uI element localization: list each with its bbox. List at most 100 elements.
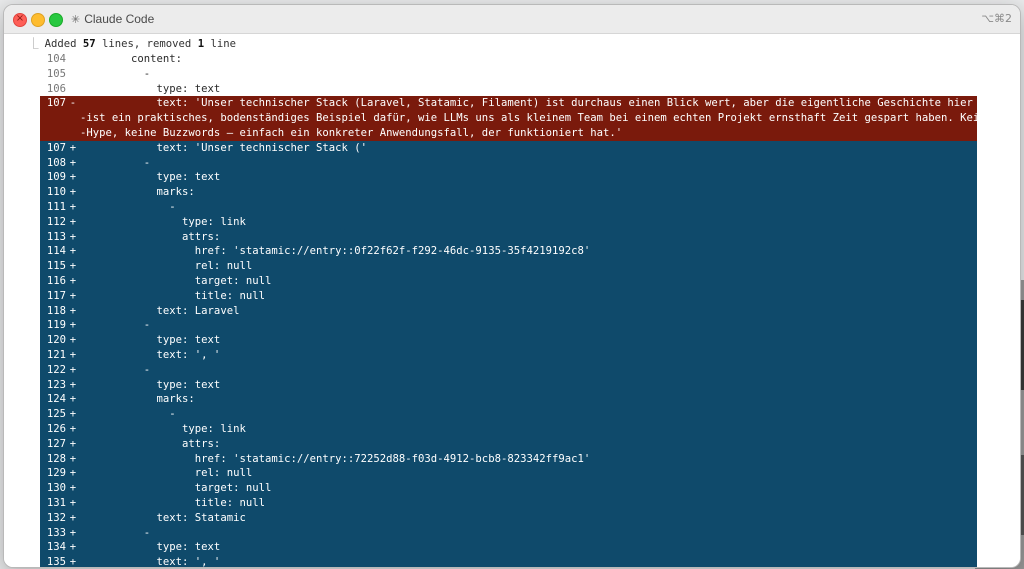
line-text: -Hype, keine Buzzwords – einfach ein kon… [80,126,623,139]
line-text: type: text [80,334,221,347]
close-button[interactable]: × [13,13,27,27]
line-text: - [80,156,151,169]
diff-added-line: 116 + target: null [40,273,977,289]
diff-view: 104 content: 105 -106 type: text 107- text… [40,52,986,568]
diff-added-line: 118 + text: Laravel [40,303,977,319]
diff-added-line: 124 + marks: [40,392,977,408]
line-number: 121 [46,348,66,361]
line-number: 110 [46,186,66,199]
line-number: 135 [46,556,66,568]
line-text: content: [80,53,183,65]
line-text: text: Statamic [80,511,246,524]
diff-added-line: 134 + type: text [40,540,977,556]
diff-sign: + [69,141,77,154]
diff-sign: + [69,452,77,465]
diff-sign: + [69,496,77,509]
line-text: href: 'statamic://entry::0f22f62f-f292-4… [80,245,591,258]
line-number: 127 [46,437,66,450]
line-text: - [80,526,151,539]
diff-sign: + [69,289,77,302]
summary-mid: lines, removed [95,38,198,50]
diff-added-line: 132 + text: Statamic [40,510,977,526]
line-text: type: link [80,422,246,435]
diff-added-line: 110 + marks: [40,185,977,200]
diff-sign: - [69,97,77,110]
line-text: target: null [80,274,272,287]
added-count: 57 [82,38,96,50]
line-number: 114 [46,245,66,258]
line-number: 122 [46,363,66,376]
line-number: 104 [46,53,66,65]
diff-sign: + [69,541,77,554]
line-number: 117 [46,289,66,302]
line-number: 128 [46,452,66,465]
line-text: type: text [80,541,221,554]
diff-sign: + [69,186,77,199]
line-number: 134 [46,541,66,554]
diff-sign: + [69,393,77,406]
line-number: 106 [46,82,66,95]
terminal-window: × ✳ Claude Code ⌥⌘2 ⎿ Added 57 lines, remo… [3,4,1021,568]
line-number: 119 [46,319,66,332]
line-number: 129 [46,467,66,480]
line-text: - [80,67,151,80]
line-number: 132 [46,511,66,524]
line-text: text: Laravel [80,304,240,317]
diff-added-line: 133 + - [40,525,977,541]
window-title-text: Claude Code [84,12,155,26]
line-number: 118 [46,304,66,317]
diff-sign: + [69,260,77,273]
diff-added-line: 121 + text: ', ' [40,347,977,363]
window-shortcut: ⌥⌘2 [981,12,1012,25]
line-text: href: 'statamic://entry::72252d88-f03d-4… [80,452,591,465]
title-bar[interactable]: × ✳ Claude Code ⌥⌘2 [4,5,1020,34]
terminal-content[interactable]: ⎿ Added 57 lines, removed 1 line 104 cont… [4,34,1020,567]
diff-sign: + [69,245,77,258]
diff-added-line: 127 + attrs: [40,436,977,452]
line-number: 130 [46,482,66,495]
line-text: marks: [80,393,195,406]
line-number: 115 [46,260,66,273]
line-text: type: link [80,215,246,228]
line-text: - [80,319,151,332]
diff-added-line: 120 + type: text [40,333,977,348]
diff-added-line: 123 + type: text [40,377,977,393]
diff-sign: + [69,363,77,376]
diff-removed-line: -ist ein praktisches, bodenständiges Bei… [40,111,986,126]
maximize-button[interactable] [49,13,63,27]
line-number: 123 [46,378,66,391]
line-text: rel: null [80,467,253,480]
diff-added-line: 112 + type: link [40,214,977,230]
diff-sign: + [69,274,77,287]
line-text: type: text [80,82,221,95]
line-text: marks: [80,186,195,199]
diff-sign: + [69,526,77,539]
line-number: 107 [46,97,66,110]
diff-sign: + [69,215,77,228]
line-number: 131 [46,496,66,509]
minimize-button[interactable] [31,13,45,27]
line-text: type: text [80,171,221,184]
diff-sign: + [69,230,77,243]
line-text: attrs: [80,437,221,450]
line-number: 126 [46,422,66,435]
diff-added-line: 113 + attrs: [40,229,977,245]
diff-added-line: 129 + rel: null [40,466,977,482]
line-text: type: text [80,378,221,391]
diff-added-line: 128 + href: 'statamic://entry::72252d88-f… [40,451,977,467]
line-text: text: ', ' [80,556,221,568]
line-text: title: null [80,289,265,302]
diff-added-line: 107 + text: 'Unser technischer Stack (' [40,140,977,156]
line-number: 105 [46,67,66,80]
diff-added-line: 130 + target: null [40,481,977,496]
diff-context-line: 105 - [40,67,977,82]
diff-added-line: 131 + title: null [40,495,977,511]
line-text: text: 'Unser technischer Stack (Laravel,… [80,97,973,110]
line-text: - [80,200,176,213]
line-number: 116 [46,274,66,287]
sparkle-icon: ✳ [71,13,81,26]
diff-added-line: 111 + - [40,199,977,215]
summary-suffix: line [204,38,236,50]
diff-sign: + [69,171,77,184]
tree-bracket-icon: ⎿ [28,38,39,50]
